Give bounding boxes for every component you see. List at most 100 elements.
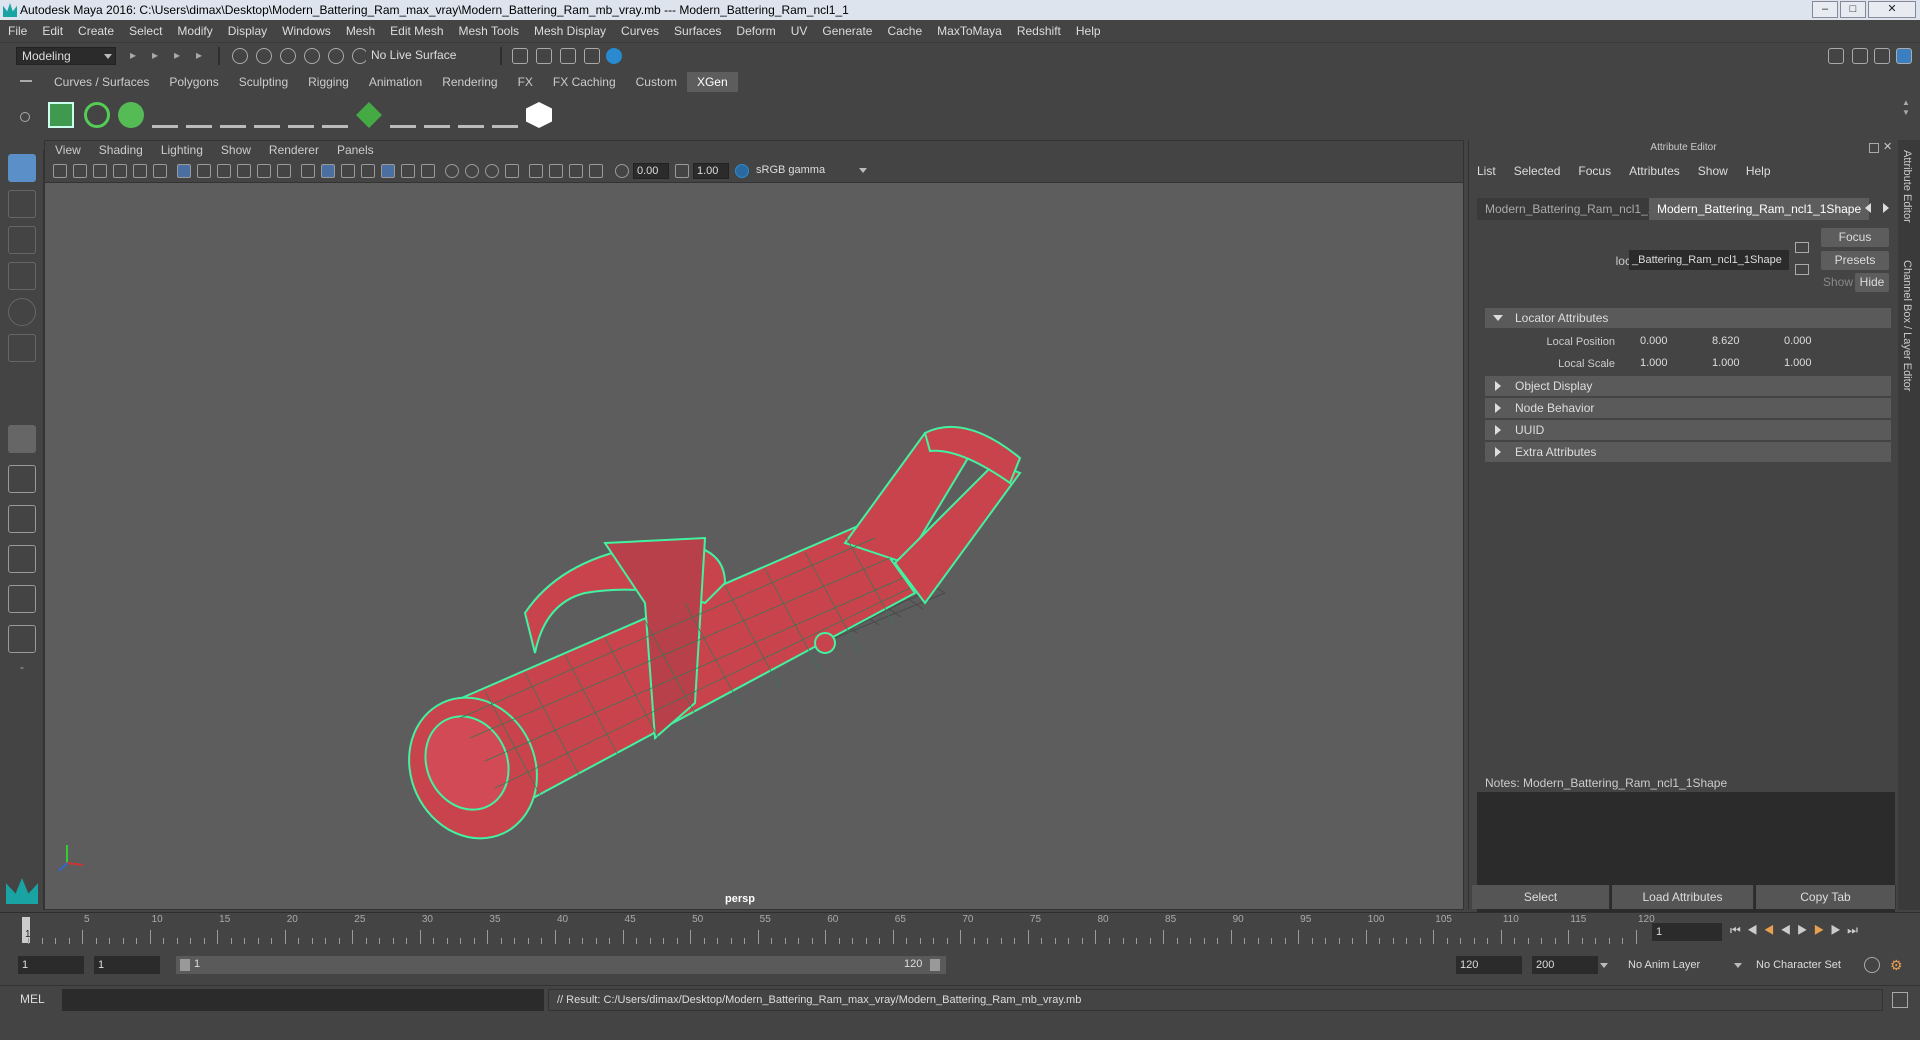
groom-clump-icon[interactable] (424, 102, 450, 128)
shelf-tab-xgen[interactable]: XGen (686, 72, 738, 92)
groom-freeze-icon[interactable] (288, 102, 314, 128)
film-gate-icon[interactable] (197, 164, 211, 178)
range-slider-end-handle[interactable] (930, 959, 940, 971)
redshift-icon[interactable] (526, 102, 552, 128)
gamma-icon[interactable] (675, 164, 689, 178)
step-back-icon[interactable]: ◀ (1747, 923, 1764, 937)
go-to-start-icon[interactable]: ⏮ (1730, 923, 1747, 937)
menu-select[interactable]: Select (129, 24, 162, 38)
motion-blur-icon[interactable] (465, 164, 479, 178)
maximize-button[interactable]: □ (1840, 1, 1866, 18)
local-scale-z-field[interactable]: 1.000 (1781, 354, 1851, 372)
depth-of-field-icon[interactable] (505, 164, 519, 178)
gamma-field[interactable]: 1.00 (693, 163, 729, 179)
hide-button[interactable]: Hide (1855, 273, 1889, 292)
step-forward-key-icon[interactable]: ▶ (1814, 923, 1831, 937)
shelf-tab-animation[interactable]: Animation (359, 72, 432, 92)
viewport-menu-panels[interactable]: Panels (337, 143, 374, 157)
select-button[interactable]: Select (1472, 885, 1610, 909)
local-position-z-field[interactable]: 0.000 (1781, 332, 1851, 350)
script-editor-icon[interactable] (1892, 992, 1908, 1008)
command-input[interactable] (62, 989, 544, 1011)
outliner-toggle-icon[interactable] (1852, 48, 1868, 64)
menu-edit-mesh[interactable]: Edit Mesh (390, 24, 443, 38)
select-by-hierarchy-icon[interactable] (232, 48, 248, 64)
menu-deform[interactable]: Deform (736, 24, 775, 38)
menu-windows[interactable]: Windows (282, 24, 331, 38)
resolution-gate-icon[interactable] (217, 164, 231, 178)
groom-place-icon[interactable] (152, 102, 178, 128)
shelf-menu-icon[interactable] (20, 80, 32, 82)
menu-cache[interactable]: Cache (887, 24, 922, 38)
move-tool-icon[interactable] (8, 262, 36, 290)
select-tool-icon[interactable] (8, 154, 36, 182)
groom-noise-icon[interactable] (390, 102, 416, 128)
presets-button[interactable]: Presets (1821, 251, 1889, 270)
show-button[interactable]: Show (1821, 273, 1855, 292)
xray-components-icon[interactable] (589, 164, 603, 178)
command-language-toggle[interactable]: MEL (20, 992, 60, 1006)
viewport-menu-renderer[interactable]: Renderer (269, 143, 319, 157)
menu-file[interactable]: File (8, 24, 27, 38)
range-slider-start-handle[interactable] (180, 959, 190, 971)
section-extra-attributes[interactable]: Extra Attributes (1485, 442, 1891, 462)
image-plane-icon[interactable] (113, 164, 127, 178)
exposure-field[interactable]: 0.00 (633, 163, 669, 179)
persp-graph-layout-icon[interactable] (8, 545, 36, 573)
chevron-down-icon[interactable] (859, 168, 867, 173)
camera-attributes-icon[interactable] (73, 164, 87, 178)
attribute-editor-toggle-icon[interactable] (1896, 48, 1912, 64)
playback-end-field[interactable]: 120 (1456, 956, 1522, 974)
section-uuid[interactable]: UUID (1485, 420, 1891, 440)
menu-curves[interactable]: Curves (621, 24, 659, 38)
section-node-behavior[interactable]: Node Behavior (1485, 398, 1891, 418)
select-by-component-icon[interactable] (280, 48, 296, 64)
menu-mesh[interactable]: Mesh (346, 24, 375, 38)
tab-scroll-left-icon[interactable] (1865, 203, 1871, 213)
animation-preferences-icon[interactable]: ⚙ (1890, 957, 1906, 973)
close-icon[interactable]: ✕ (1883, 140, 1892, 153)
isolate-select-icon[interactable] (529, 164, 543, 178)
persp-outliner-layout-icon[interactable] (8, 585, 36, 613)
smooth-shade-icon[interactable] (321, 164, 335, 178)
xray-icon[interactable] (549, 164, 563, 178)
menu-create[interactable]: Create (78, 24, 114, 38)
local-scale-y-field[interactable]: 1.000 (1709, 354, 1779, 372)
menu-uv[interactable]: UV (791, 24, 808, 38)
focus-button[interactable]: Focus (1821, 228, 1889, 247)
wireframe-on-shaded-icon[interactable] (381, 164, 395, 178)
range-slider[interactable]: 1 120 (176, 956, 946, 974)
menu-maxtomaya[interactable]: MaxToMaya (937, 24, 1002, 38)
2d-pan-zoom-icon[interactable] (133, 164, 147, 178)
exposure-icon[interactable] (615, 164, 629, 178)
play-forward-icon[interactable]: ▶ (1797, 923, 1814, 937)
auto-key-icon[interactable] (1864, 957, 1880, 973)
shelf-tab-fx[interactable]: FX (508, 72, 543, 92)
copy-tab-button[interactable]: Copy Tab (1756, 885, 1896, 909)
color-space-dropdown[interactable]: sRGB gamma (753, 163, 873, 179)
shelf-tab-rigging[interactable]: Rigging (298, 72, 359, 92)
section-object-display[interactable]: Object Display (1485, 376, 1891, 396)
chevron-down-icon[interactable] (1734, 963, 1742, 968)
select-by-object-icon[interactable] (256, 48, 272, 64)
more-layouts-icon[interactable]: - (8, 660, 36, 688)
xgen-preview-icon[interactable] (84, 102, 110, 128)
playback-start-field[interactable]: 1 (94, 956, 160, 974)
section-locator-attributes[interactable]: Locator Attributes (1485, 308, 1891, 328)
play-backward-icon[interactable]: ◀ (1780, 923, 1797, 937)
menu-modify[interactable]: Modify (177, 24, 212, 38)
attr-menu-focus[interactable]: Focus (1578, 164, 1611, 178)
side-tab-attribute-editor[interactable]: Attribute Editor (1901, 150, 1913, 223)
local-position-x-field[interactable]: 0.000 (1637, 332, 1707, 350)
hypershade-icon[interactable] (584, 48, 600, 64)
render-view-icon[interactable] (606, 48, 622, 64)
groom-part-icon[interactable] (458, 102, 484, 128)
groom-layers-icon[interactable] (356, 102, 382, 128)
go-to-end-icon[interactable]: ⏭ (1847, 923, 1864, 937)
close-button[interactable]: ✕ (1868, 1, 1916, 18)
viewport-menu-shading[interactable]: Shading (99, 143, 143, 157)
step-forward-icon[interactable]: ▶ (1830, 923, 1847, 937)
live-surface-field[interactable]: No Live Surface (366, 47, 476, 65)
camera-select-icon[interactable] (53, 164, 67, 178)
folder-open-icon[interactable]: ▸ (130, 48, 146, 64)
